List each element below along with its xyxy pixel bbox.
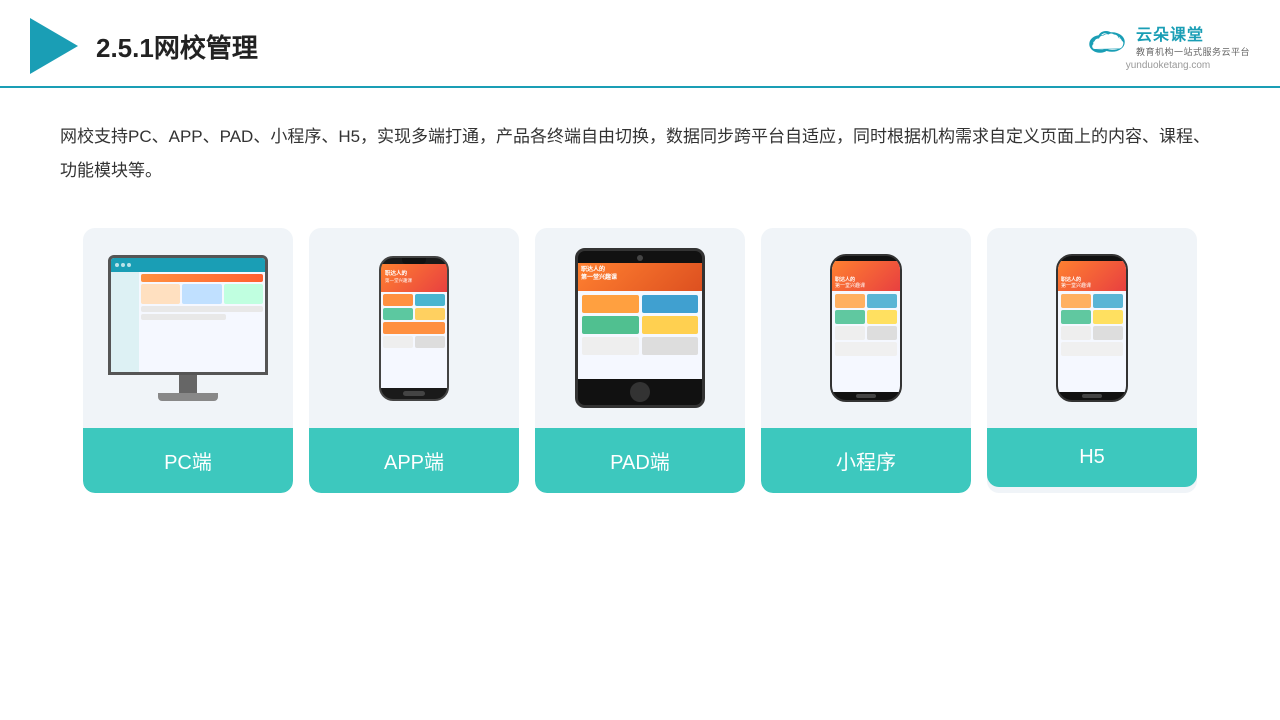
brand-logo: 云朵课堂 教育机构一站式服务云平台 [1086, 21, 1250, 58]
card-pad: 职达人的 第一堂兴趣课 [535, 228, 745, 493]
brand-name: 云朵课堂 [1136, 21, 1250, 45]
brand-text: 云朵课堂 教育机构一站式服务云平台 [1136, 21, 1250, 58]
card-pc: PC端 [83, 228, 293, 493]
pc-monitor-icon [108, 255, 268, 401]
logo-triangle-icon [30, 18, 78, 74]
phone-mockup-app: 职达人的 第一堂兴趣课 [379, 256, 449, 401]
brand-subtitle: 教育机构一站式服务云平台 [1136, 45, 1250, 58]
header-right: 云朵课堂 教育机构一站式服务云平台 yunduoketang.com [1086, 21, 1250, 71]
card-pc-image [83, 228, 293, 428]
description-text: 网校支持PC、APP、PAD、小程序、H5，实现多端打通，产品各终端自由切换，数… [0, 88, 1280, 198]
card-pc-label: PC端 [83, 428, 293, 493]
card-h5: 职达人的 第一堂兴趣课 [987, 228, 1197, 493]
card-pad-label: PAD端 [535, 428, 745, 493]
card-app-image: 职达人的 第一堂兴趣课 [309, 228, 519, 428]
header: 2.5.1网校管理 云朵课堂 教育机构一站式服务云平 [0, 0, 1280, 88]
mini-phone-mockup-1: 职达人的 第一堂兴趣课 [830, 254, 902, 402]
description-paragraph: 网校支持PC、APP、PAD、小程序、H5，实现多端打通，产品各终端自由切换，数… [60, 120, 1220, 188]
tablet-mockup: 职达人的 第一堂兴趣课 [575, 248, 705, 408]
header-left: 2.5.1网校管理 [30, 18, 258, 74]
card-h5-image: 职达人的 第一堂兴趣课 [987, 228, 1197, 428]
mini-phone-mockup-2: 职达人的 第一堂兴趣课 [1056, 254, 1128, 402]
card-app: 职达人的 第一堂兴趣课 [309, 228, 519, 493]
card-h5-label: H5 [987, 428, 1197, 487]
cloud-icon [1086, 24, 1130, 56]
card-miniprogram-image: 职达人的 第一堂兴趣课 [761, 228, 971, 428]
card-miniprogram-label: 小程序 [761, 428, 971, 493]
page-title: 2.5.1网校管理 [96, 28, 258, 65]
card-app-label: APP端 [309, 428, 519, 493]
card-pad-image: 职达人的 第一堂兴趣课 [535, 228, 745, 428]
brand-url: yunduoketang.com [1126, 60, 1211, 71]
card-miniprogram: 职达人的 第一堂兴趣课 [761, 228, 971, 493]
cards-container: PC端 职达人的 第一堂兴趣课 [0, 198, 1280, 513]
